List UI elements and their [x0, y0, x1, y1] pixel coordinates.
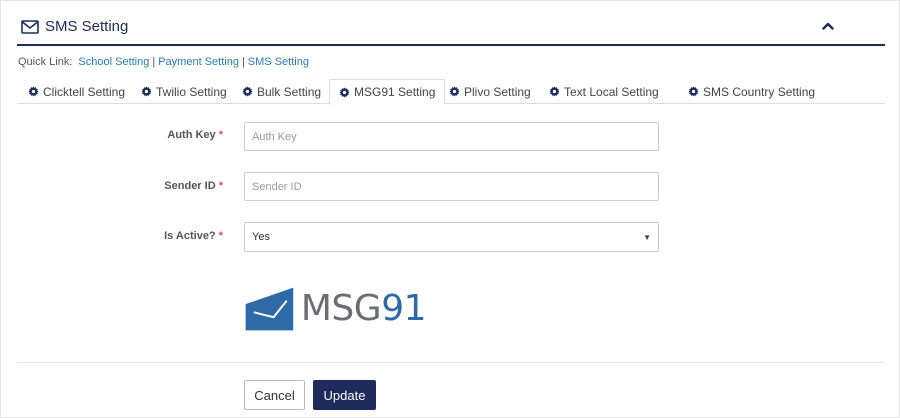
quick-links-label: Quick Link:	[18, 56, 73, 68]
collapse-button[interactable]	[817, 16, 839, 36]
panel-header: SMS Setting	[17, 13, 885, 46]
quick-link-payment-setting[interactable]: Payment Setting	[158, 56, 239, 68]
tab-label: Bulk Setting	[257, 84, 322, 99]
tab-sms-country-setting[interactable]: SMS Country Setting	[679, 79, 824, 104]
auth-key-input[interactable]	[244, 122, 659, 151]
quick-link-separator: |	[152, 56, 156, 68]
required-marker: *	[218, 230, 223, 242]
logo-text-number: 91	[381, 288, 426, 329]
tab-msg91-setting[interactable]: MSG91 Setting	[329, 79, 446, 105]
gear-icon	[28, 86, 39, 97]
gear-icon	[242, 86, 253, 97]
auth-key-label: Auth Key *	[167, 129, 223, 141]
chevron-up-icon	[822, 17, 834, 35]
required-marker: *	[218, 129, 223, 141]
is-active-label-text: Is Active?	[164, 230, 216, 242]
envelope-icon	[21, 19, 39, 34]
settings-tabs: Clicktell Setting Twilio Setting Bulk Se…	[17, 79, 885, 105]
gear-icon	[549, 86, 560, 97]
is-active-select[interactable]: Yes ▼	[244, 222, 659, 252]
tab-plivo-setting[interactable]: Plivo Setting	[440, 79, 540, 104]
tab-label: Twilio Setting	[156, 84, 227, 99]
sender-id-label-text: Sender ID	[164, 180, 216, 192]
gear-icon	[688, 86, 699, 97]
quick-links: Quick Link: School Setting | Payment Settin…	[18, 56, 309, 68]
tab-bulk-setting[interactable]: Bulk Setting	[233, 79, 330, 104]
is-active-label: Is Active? *	[164, 230, 223, 242]
gear-icon	[339, 86, 350, 98]
caret-down-icon: ▼	[643, 232, 651, 242]
is-active-selected-value: Yes	[252, 231, 270, 243]
gear-icon	[449, 86, 460, 97]
tab-label: Plivo Setting	[464, 84, 531, 99]
quick-link-sms-setting[interactable]: SMS Setting	[248, 56, 309, 68]
form-divider	[17, 362, 885, 363]
quick-link-school-setting[interactable]: School Setting	[78, 56, 149, 68]
sender-id-input[interactable]	[244, 172, 659, 201]
panel-title: SMS Setting	[21, 18, 128, 35]
gear-icon	[141, 86, 152, 97]
sms-setting-panel: SMS Setting Quick Link: School Setting | Pa…	[0, 0, 900, 418]
tab-label: MSG91 Setting	[354, 85, 436, 99]
tab-text-local-setting[interactable]: Text Local Setting	[540, 79, 668, 104]
msg91-logo-text: MSG91	[300, 288, 427, 329]
msg91-envelope-icon	[245, 287, 294, 331]
required-marker: *	[218, 180, 223, 192]
tab-label: SMS Country Setting	[703, 84, 816, 99]
logo-text-main: MSG	[300, 288, 382, 329]
auth-key-label-text: Auth Key	[167, 129, 216, 141]
msg91-logo: MSG91	[244, 279, 426, 339]
cancel-button[interactable]: Cancel	[244, 380, 305, 410]
panel-title-text: SMS Setting	[45, 18, 129, 35]
tab-twilio-setting[interactable]: Twilio Setting	[132, 79, 236, 104]
sender-id-label: Sender ID *	[164, 180, 223, 192]
tab-label: Text Local Setting	[564, 84, 659, 99]
tab-label: Clicktell Setting	[43, 84, 126, 99]
tab-clicktell-setting[interactable]: Clicktell Setting	[19, 79, 134, 104]
quick-link-separator: |	[241, 56, 245, 68]
update-button[interactable]: Update	[313, 380, 376, 410]
